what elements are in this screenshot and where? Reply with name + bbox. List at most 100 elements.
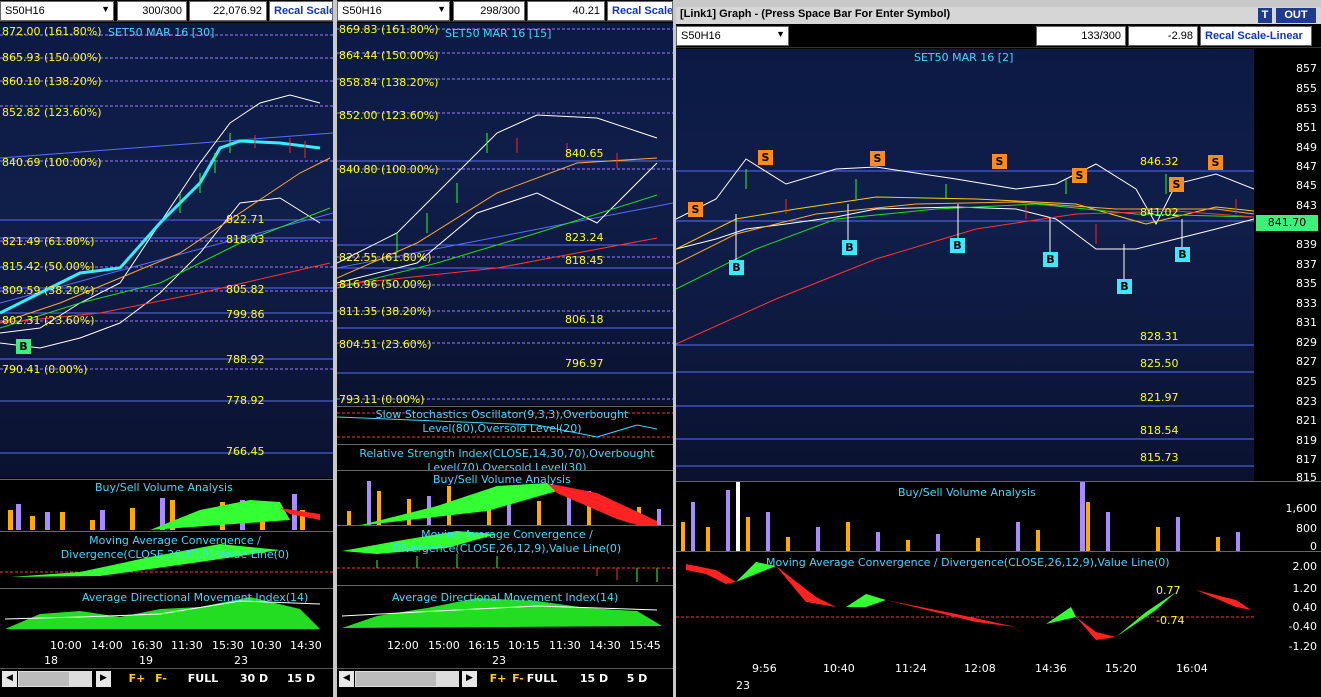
time-tick: 10:00 [50,639,82,652]
time-tick: 16:30 [131,639,163,652]
t-button[interactable]: T [1258,8,1272,23]
symbol-selector[interactable]: S50H16 ▼ [676,26,789,46]
level-label: 828.31 [1140,330,1179,343]
macd-indicator[interactable]: Moving Average Convergence / Divergence(… [337,525,673,585]
price-tick: 853 [1296,102,1317,115]
volume-tick: 800 [1296,522,1317,535]
buy-signal-marker[interactable]: B [1043,252,1058,267]
macd-tick: 0.40 [1292,601,1318,614]
range-15d-button[interactable]: 15 D [579,671,609,687]
range-5d-button[interactable]: 5 D [625,671,649,687]
chart-title: SET50 MAR 16 [2] [914,51,1014,64]
chevron-down-icon[interactable]: ▼ [101,4,110,14]
level-label: 840.65 [565,147,604,160]
toolbar: S50H16 ▼ 300/300 22,076.92 Recal Scale [0,0,333,22]
fib-plus-button[interactable]: F+ [128,671,146,687]
buy-signal-marker[interactable]: B [1175,247,1190,262]
price-tick: 851 [1296,121,1317,134]
macd-indicator[interactable]: Moving Average Convergence / Divergence(… [0,531,333,588]
date-tick: 23 [492,654,506,667]
range-15d-button[interactable]: 15 D [286,671,316,687]
buy-signal-marker[interactable]: B [16,339,31,354]
buy-signal-marker[interactable]: B [950,238,965,253]
time-tick: 11:24 [895,662,927,675]
fib-label: 790.41 (0.00%) [2,363,88,376]
buy-signal-marker[interactable]: B [842,240,857,255]
out-button[interactable]: OUT [1276,8,1316,23]
price-tick: 845 [1296,179,1317,192]
window-titlebar[interactable]: [Link1] Graph - (Press Space Bar For Ent… [676,7,1321,24]
fib-plus-button[interactable]: F+ [489,671,507,687]
adx-indicator[interactable]: Average Directional Movement Index(14) [337,585,673,635]
time-tick: 16:15 [468,639,500,652]
volume-indicator[interactable]: Buy/Sell Volume Analysis [337,470,673,526]
toolbar: S50H16 ▼ 298/300 40.21 Recal Scale [337,0,673,22]
price-tick: 837 [1296,258,1317,271]
time-tick: 14:30 [589,639,621,652]
scroll-left-icon[interactable]: ◀ [339,671,354,687]
recal-scale-linear-button[interactable]: Recal Scale-Linear [1200,26,1312,46]
macd-tick: -1.20 [1288,640,1317,653]
time-tick: 11:30 [549,639,581,652]
indicator-title: Average Directional Movement Index(14) [392,591,619,604]
full-button[interactable]: FULL [186,671,220,687]
scroll-right-icon[interactable]: ▶ [96,671,111,687]
chart-panel-1: S50H16 ▼ 300/300 22,076.92 Recal Scale 87… [0,0,333,697]
stochastic-indicator[interactable]: Slow Stochastics Oscillator(9,3,3),Overb… [337,406,673,444]
buy-signal-marker[interactable]: B [729,260,744,275]
price-chart-svg [0,34,333,454]
sell-signal-marker[interactable]: S [688,202,703,217]
sell-signal-marker[interactable]: S [1072,168,1087,183]
time-tick: 9:56 [752,662,777,675]
symbol-selector[interactable]: S50H16 ▼ [0,1,114,21]
symbol-selector[interactable]: S50H16 ▼ [337,1,450,21]
macd-svg [676,562,1254,640]
level-label: 823.24 [565,231,604,244]
volume-indicator[interactable]: Buy/Sell Volume Analysis [676,481,1254,552]
symbol-value: S50H16 [342,5,382,17]
chevron-down-icon[interactable]: ▼ [776,29,785,39]
indicator-title: Buy/Sell Volume Analysis [433,473,571,486]
level-label: 788.92 [226,353,265,366]
level-label: 841.02 [1140,206,1179,219]
current-price-badge: 841.70 [1256,215,1318,231]
range-30d-button[interactable]: 30 D [236,671,272,687]
scrollbar[interactable] [18,671,92,687]
price-tick: 831 [1296,316,1317,329]
price-chart[interactable]: 872.00 (161.80%) SET50 MAR 16 [30] 865.9… [0,23,333,478]
date-tick: 18 [44,654,58,667]
sell-signal-marker[interactable]: S [758,150,773,165]
full-button[interactable]: FULL [525,671,559,687]
scroll-left-icon[interactable]: ◀ [2,671,17,687]
indicator-title: Average Directional Movement Index(14) [82,591,309,604]
level-label: 799.86 [226,308,265,321]
sell-signal-marker[interactable]: S [1208,155,1223,170]
price-chart[interactable]: SET50 MAR 16 [2] 846.32 841.02 828.31 82… [676,49,1254,481]
price-axis: 857 855 853 851 849 847 845 843 841 839 … [1254,49,1321,484]
rsi-indicator[interactable]: Relative Strength Index(CLOSE,14,30,70),… [337,444,673,471]
level-label: 825.50 [1140,357,1179,370]
price-tick: 847 [1296,160,1317,173]
chart-panel-3: [Link1] Graph - (Press Space Bar For Ent… [676,7,1321,697]
sell-signal-marker[interactable]: S [992,154,1007,169]
scroll-right-icon[interactable]: ▶ [462,671,477,687]
fib-minus-button[interactable]: F- [152,671,170,687]
volume-indicator[interactable]: Buy/Sell Volume Analysis [0,479,333,531]
fib-label: 872.00 (161.80%) [2,25,102,38]
price-tick: 829 [1296,336,1317,349]
macd-indicator[interactable]: Moving Average Convergence / Divergence(… [676,551,1254,666]
level-label: 818.54 [1140,424,1179,437]
scrollbar[interactable] [355,671,459,687]
price-tick: 855 [1296,82,1317,95]
recal-scale-button[interactable]: Recal Scale [269,1,333,21]
recal-scale-button[interactable]: Recal Scale [607,1,673,21]
toolbar: S50H16 ▼ 133/300 -2.98 Recal Scale-Linear [676,24,1321,48]
adx-indicator[interactable]: Average Directional Movement Index(14) [0,588,333,635]
sell-signal-marker[interactable]: S [870,151,885,166]
chevron-down-icon[interactable]: ▼ [437,4,446,14]
indicator-title: Moving Average Convergence / Divergence(… [60,534,290,561]
sell-signal-marker[interactable]: S [1169,177,1184,192]
price-chart[interactable]: 869.83 (161.80%) SET50 MAR 16 [15] 864.4… [337,23,673,406]
indicator-title: Relative Strength Index(CLOSE,14,30,70),… [359,447,655,471]
buy-signal-marker[interactable]: B [1117,279,1132,294]
